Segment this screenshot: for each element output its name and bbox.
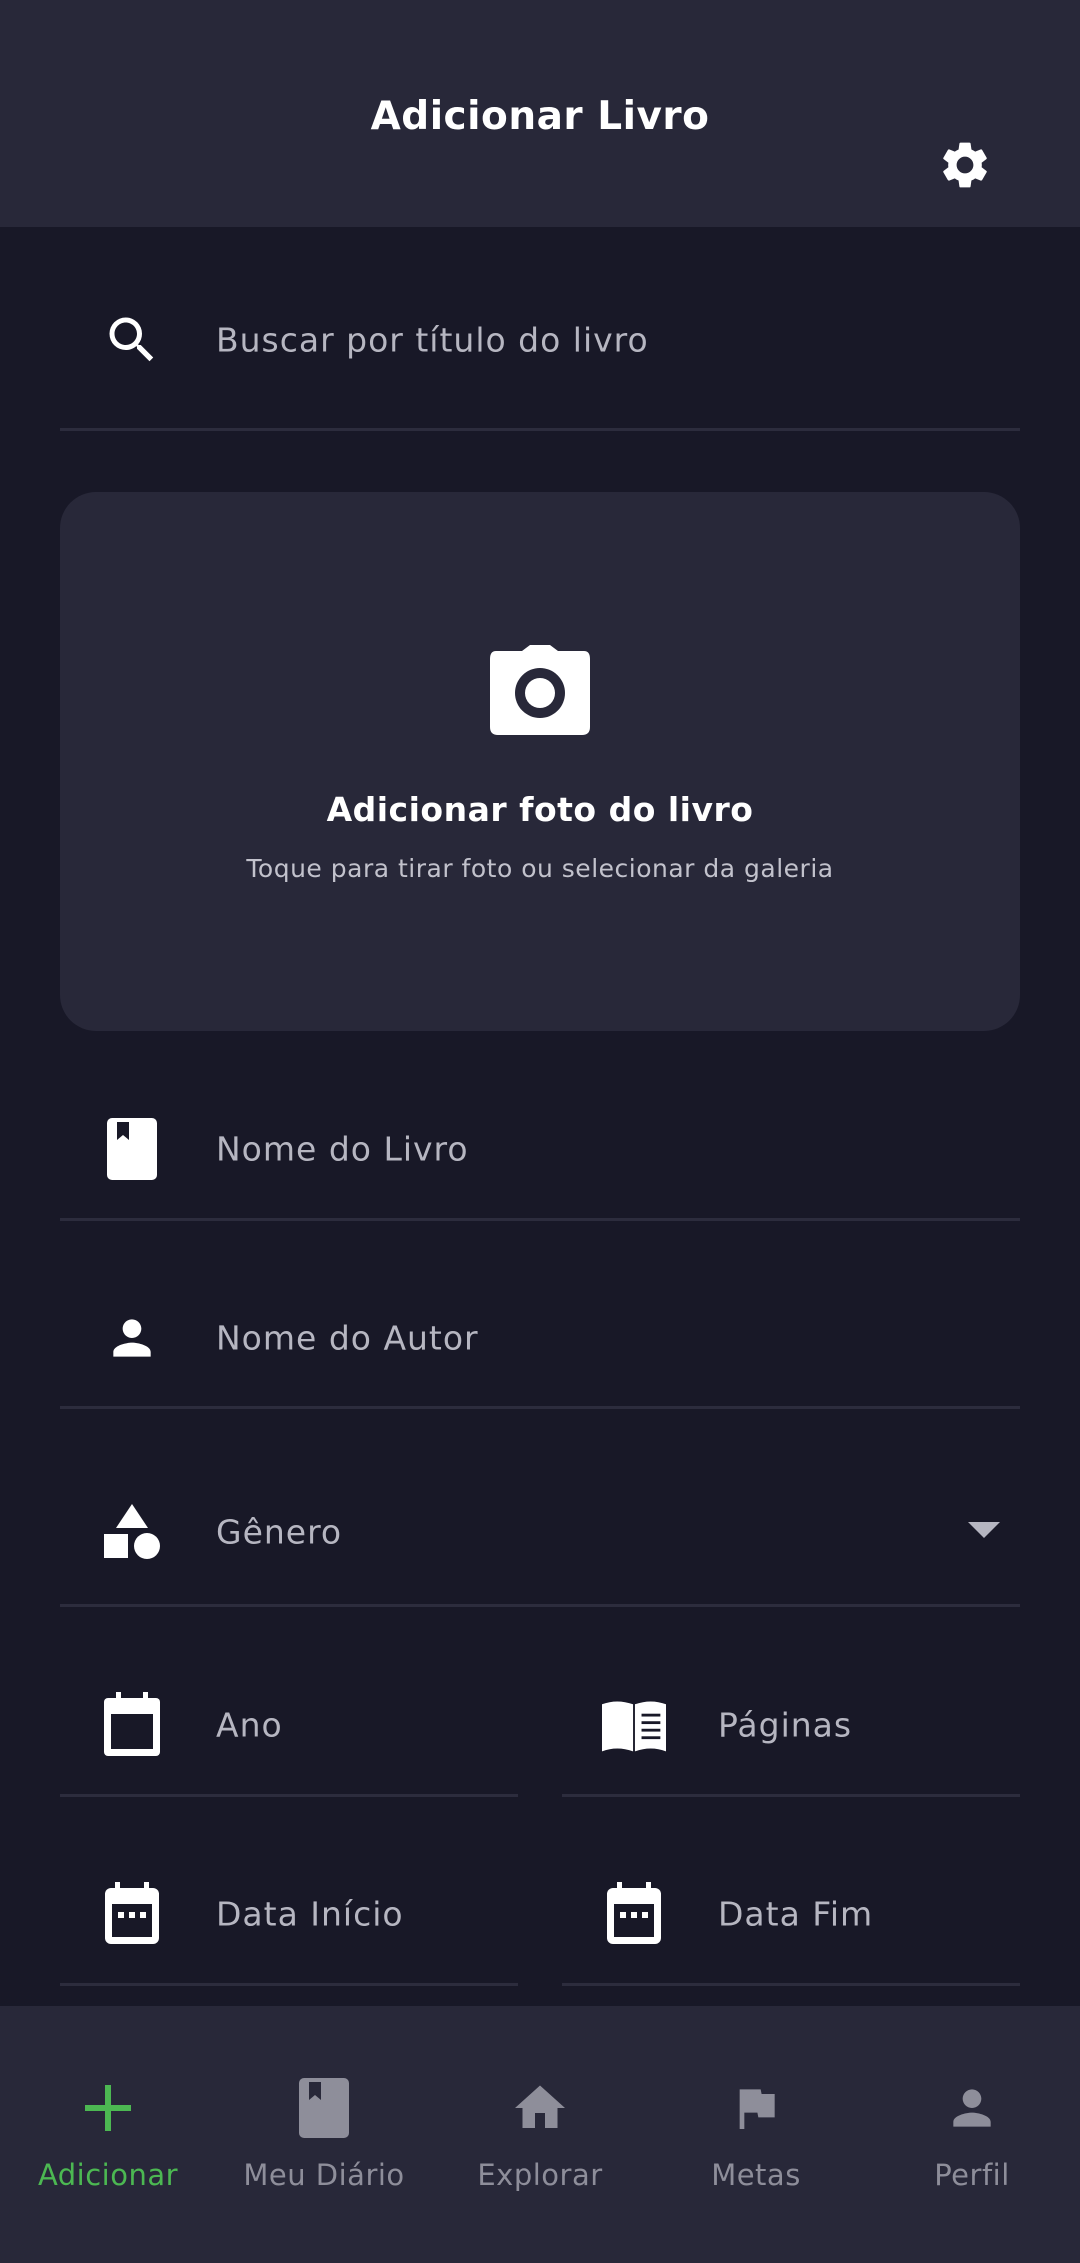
author-name-field[interactable]: Nome do Autor <box>60 1298 1020 1378</box>
nav-item-adicionar[interactable]: Adicionar <box>0 2006 216 2263</box>
genre-dropdown[interactable]: Gênero <box>60 1492 1020 1572</box>
settings-button[interactable] <box>934 134 996 196</box>
nav-item-meu-diario[interactable]: Meu Diário <box>216 2006 432 2263</box>
author-name-input[interactable]: Nome do Autor <box>216 1319 479 1358</box>
start-date-input[interactable]: Data Início <box>216 1895 404 1934</box>
pages-field[interactable]: Páginas <box>562 1685 1020 1765</box>
plus-icon <box>76 2076 140 2140</box>
camera-icon <box>490 645 590 735</box>
nav-label-meu-diario: Meu Diário <box>243 2158 405 2192</box>
start-date-field[interactable]: Data Início <box>60 1874 518 1954</box>
nav-label-explorar: Explorar <box>477 2158 603 2192</box>
book-name-input[interactable]: Nome do Livro <box>216 1130 469 1169</box>
app-header: Adicionar Livro <box>0 0 1080 227</box>
gear-icon <box>943 142 987 188</box>
person-icon <box>940 2076 1004 2140</box>
chevron-down-icon[interactable] <box>968 1522 1000 1538</box>
end-date-input[interactable]: Data Fim <box>718 1895 873 1934</box>
bookmark-book-icon <box>292 2076 356 2140</box>
author-name-underline <box>60 1406 1020 1409</box>
end-date-field[interactable]: Data Fim <box>562 1874 1020 1954</box>
person-icon <box>100 1306 164 1370</box>
nav-label-metas: Metas <box>711 2158 801 2192</box>
book-name-underline <box>60 1218 1020 1221</box>
book-icon <box>100 1117 164 1181</box>
flag-icon <box>724 2076 788 2140</box>
pages-input[interactable]: Páginas <box>718 1706 852 1745</box>
genre-underline <box>60 1604 1020 1607</box>
genre-select[interactable]: Gênero <box>216 1513 342 1552</box>
search-underline <box>60 428 1020 431</box>
calendar-dots-icon <box>602 1882 666 1946</box>
page-title: Adicionar Livro <box>370 94 710 139</box>
calendar-icon <box>100 1692 164 1757</box>
start-date-underline <box>60 1983 518 1986</box>
add-photo-title: Adicionar foto do livro <box>326 790 754 829</box>
nav-item-perfil[interactable]: Perfil <box>864 2006 1080 2263</box>
open-book-icon <box>602 1693 666 1757</box>
nav-item-explorar[interactable]: Explorar <box>432 2006 648 2263</box>
search-icon <box>100 308 164 372</box>
end-date-underline <box>562 1983 1020 1986</box>
nav-label-perfil: Perfil <box>934 2158 1010 2192</box>
year-input[interactable]: Ano <box>216 1706 283 1745</box>
shapes-icon <box>100 1500 164 1564</box>
search-field[interactable]: Buscar por título do livro <box>60 300 1020 380</box>
app-screen: Adicionar Livro Buscar por título do liv… <box>0 0 1080 2263</box>
nav-label-adicionar: Adicionar <box>37 2158 179 2192</box>
year-field[interactable]: Ano <box>60 1685 518 1765</box>
bottom-navigation: Adicionar Meu Diário Explorar Metas Perf… <box>0 2006 1080 2263</box>
calendar-dots-icon <box>100 1882 164 1946</box>
home-icon <box>508 2076 572 2140</box>
book-name-field[interactable]: Nome do Livro <box>60 1109 1020 1189</box>
add-photo-card[interactable]: Adicionar foto do livro Toque para tirar… <box>60 492 1020 1031</box>
year-underline <box>60 1794 518 1797</box>
nav-item-metas[interactable]: Metas <box>648 2006 864 2263</box>
search-input[interactable]: Buscar por título do livro <box>216 321 649 360</box>
pages-underline <box>562 1794 1020 1797</box>
add-photo-subtitle: Toque para tirar foto ou selecionar da g… <box>246 854 834 883</box>
